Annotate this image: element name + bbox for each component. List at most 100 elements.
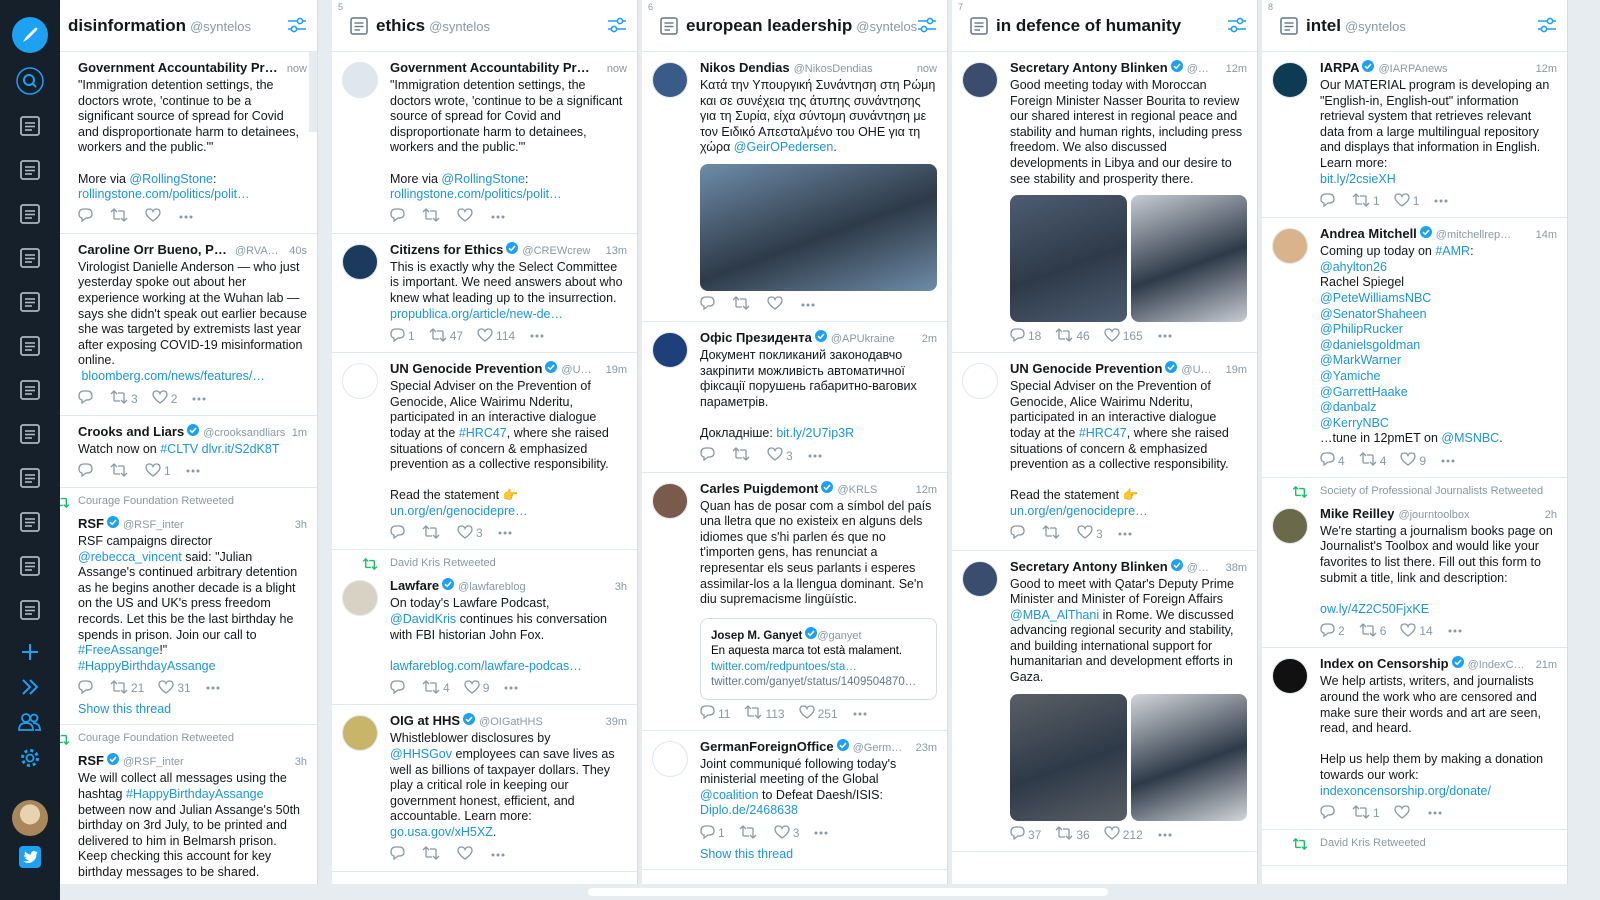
tweet-link[interactable]: go.usa.gov/xH5XZ [390, 825, 493, 839]
like-button[interactable] [1394, 805, 1413, 822]
author-handle[interactable]: @IARPAnews [1378, 61, 1447, 78]
tweet-link[interactable]: ow.ly/4Z2C50FjxKE [1320, 602, 1429, 616]
tweet-link[interactable]: @ahylton26 [1320, 260, 1387, 274]
column-tweet-list[interactable]: Government Accountability Pr… now "Immigra… [332, 52, 637, 884]
author-handle[interactable]: @U… [1181, 362, 1211, 379]
timestamp[interactable]: 19m [602, 362, 627, 379]
timestamp[interactable]: now [283, 61, 307, 78]
media-image[interactable] [700, 163, 937, 291]
tweet[interactable]: Secretary Antony Blinken @… 12m Good meetin… [952, 52, 1257, 354]
column-tweet-list[interactable]: Nikos Dendias @NikosDendias now Κατά την Υπ… [642, 52, 947, 884]
author-name[interactable]: UN Genocide Prevention [390, 360, 542, 377]
column-icon[interactable] [13, 329, 47, 363]
tweet-link[interactable]: #HRC47 [459, 426, 507, 440]
tweet[interactable]: Andrea Mitchell @mitchellrep… 14m Coming up… [1262, 218, 1567, 478]
reply-button[interactable] [390, 208, 408, 225]
tweet-link[interactable]: @PeteWilliamsNBC @SenatorShaheen @Philip… [1320, 291, 1431, 430]
like-button[interactable] [767, 296, 786, 313]
retweet-button[interactable]: 47 [429, 327, 463, 345]
author-name[interactable]: Carles Puigdemont [700, 480, 818, 497]
tweet-link[interactable]: #CLTV dlvr.it/S2dK8T [160, 442, 279, 456]
like-button[interactable]: 3 [767, 447, 793, 464]
author-name[interactable]: Mike Reilley [1320, 505, 1394, 522]
tweet[interactable]: Society of Professional Journalists Retw… [1262, 478, 1567, 649]
show-thread-link[interactable]: Show this thread [78, 702, 307, 716]
tweet-link[interactable]: rollingstone.com/politics/polit… [390, 187, 562, 201]
tweet-link[interactable]: @MBA_AlThani [1010, 608, 1099, 622]
tweet[interactable]: Crooks and Liars @crooksandliars 1m Watch n… [60, 416, 317, 489]
tweet-link[interactable]: @RollingStone [441, 172, 525, 186]
timestamp[interactable]: 12m [1222, 61, 1247, 78]
tweet-link[interactable]: @coalition [700, 788, 759, 802]
like-button[interactable]: 212 [1104, 826, 1143, 843]
author-handle[interactable]: @U… [561, 362, 591, 379]
tweet-link[interactable]: indexoncensorship.org/donate/ [1320, 784, 1491, 798]
retweet-button[interactable] [110, 462, 131, 480]
column-icon[interactable] [13, 505, 47, 539]
tweet-link[interactable]: #FreeAssange [78, 643, 159, 657]
tweet[interactable]: Government Accountability Pr… now "Immigra… [332, 52, 637, 234]
retweet-button[interactable]: 46 [1055, 327, 1090, 345]
tweet[interactable]: David Kris Retweeted Lawfare @lawfareblog 3… [332, 550, 637, 706]
author-name[interactable]: OIG at HHS [390, 712, 460, 729]
column-icon[interactable] [13, 241, 47, 275]
avatar[interactable] [342, 363, 378, 400]
tweet-link[interactable]: bit.ly/2csieXH [1320, 172, 1396, 186]
tweet-link[interactable]: @rebecca_vincent [78, 550, 182, 564]
author-name[interactable]: IARPA [1320, 59, 1359, 76]
avatar[interactable] [1272, 62, 1308, 98]
reply-button[interactable] [390, 846, 408, 863]
reply-button[interactable] [78, 390, 96, 407]
author-name[interactable]: Офіс Президента [700, 329, 812, 346]
tweet[interactable]: UN Genocide Prevention @U… 19m Special Advi… [332, 353, 637, 551]
accounts-icon[interactable] [13, 705, 47, 739]
reply-button[interactable] [78, 680, 96, 697]
more-icon[interactable] [1157, 333, 1176, 339]
settings-icon[interactable] [13, 741, 47, 775]
avatar[interactable] [652, 482, 688, 519]
timestamp[interactable]: 2m [918, 331, 937, 348]
more-icon[interactable] [205, 685, 224, 691]
media-image[interactable] [1130, 693, 1247, 821]
media-image[interactable] [1010, 693, 1127, 821]
quoted-tweet[interactable]: Josep M. Ganyet @ganyet En aquesta marca t… [700, 617, 937, 700]
more-icon[interactable] [807, 453, 826, 459]
tweet[interactable]: Офіс Президента @APUkraine 2m Документ покл… [642, 322, 947, 473]
author-handle[interactable]: @CREWcrew [522, 243, 590, 260]
timestamp[interactable]: 40s [285, 243, 307, 260]
reply-button[interactable]: 11 [700, 705, 730, 722]
tweet-link[interactable]: @MSNBC [1441, 431, 1499, 445]
reply-button[interactable]: 2 [1320, 623, 1345, 640]
timestamp[interactable]: now [913, 61, 937, 78]
more-icon[interactable] [1117, 531, 1136, 537]
tweet[interactable]: Nikos Dendias @NikosDendias now Κατά την Υπ… [642, 52, 947, 322]
tweet[interactable]: David Kris Retweeted [1262, 830, 1567, 867]
more-icon[interactable] [813, 830, 832, 836]
tweet-link[interactable]: #AMR [1435, 244, 1470, 258]
scrollbar-thumb[interactable] [588, 888, 1108, 896]
author-name[interactable]: UN Genocide Prevention [1010, 360, 1162, 377]
author-name[interactable]: GermanForeignOffice [700, 738, 834, 755]
author-name[interactable]: Andrea Mitchell [1320, 225, 1417, 242]
avatar[interactable] [652, 62, 688, 98]
tweet[interactable]: Courage Foundation Retweeted RSF @RSF_inte… [60, 488, 317, 726]
author-name[interactable]: Index on Censorship [1320, 655, 1449, 672]
author-handle[interactable]: @Germ… [853, 740, 903, 757]
timestamp[interactable]: 23m [912, 740, 937, 757]
add-column-icon[interactable] [13, 635, 47, 669]
timestamp[interactable]: 3h [291, 517, 307, 534]
author-handle[interactable]: @IndexC… [1468, 657, 1525, 674]
reply-button[interactable] [390, 525, 408, 542]
column-icon[interactable] [13, 285, 47, 319]
author-handle[interactable]: @… [1187, 560, 1209, 577]
reply-button[interactable] [390, 680, 408, 697]
tweet-link[interactable]: @GeirOPedersen [734, 140, 834, 154]
column-tweet-list[interactable]: IARPA @IARPAnews 12m Our MATERIAL program i… [1262, 52, 1567, 884]
reply-button[interactable] [1010, 525, 1028, 542]
reply-button[interactable] [1320, 193, 1338, 210]
reply-button[interactable]: 37 [1010, 826, 1041, 843]
column-filter-icon[interactable] [607, 16, 627, 39]
retweet-button[interactable]: 4 [1359, 452, 1386, 469]
timestamp[interactable]: 13m [602, 243, 627, 260]
media-image[interactable] [1130, 195, 1247, 323]
